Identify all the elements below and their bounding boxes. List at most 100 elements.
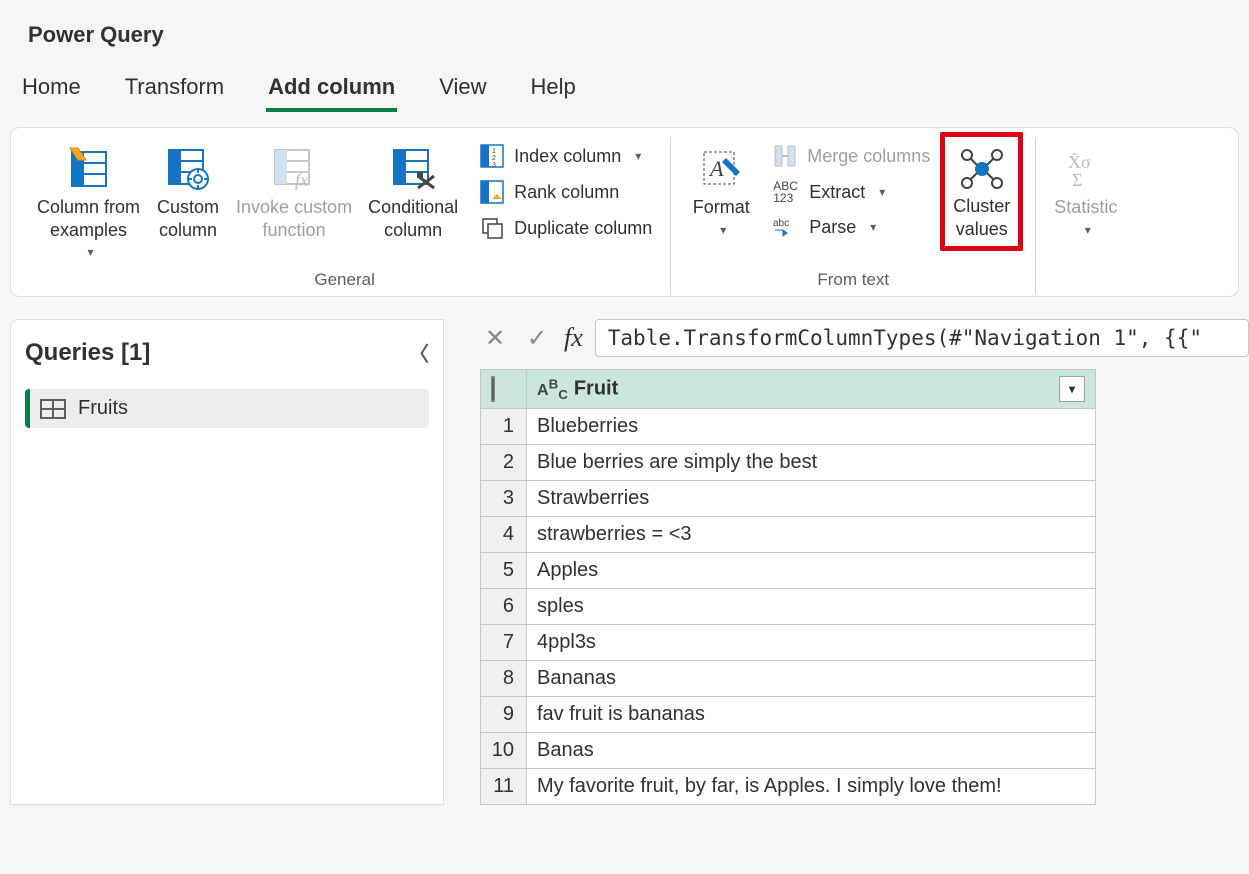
table-icon — [40, 399, 66, 419]
column-from-examples-icon — [66, 144, 112, 192]
svg-text:fx: fx — [295, 170, 308, 190]
data-grid: ABC Fruit ▾ 1Blueberries 2Blue berries ar… — [480, 369, 1096, 805]
conditional-column-icon — [390, 144, 436, 192]
cell[interactable]: Blue berries are simply the best — [527, 445, 1096, 481]
from-text-small-buttons: Merge columns ABC123 Extract ▾ abc Parse… — [765, 138, 938, 244]
tab-help[interactable]: Help — [529, 66, 578, 112]
chevron-down-icon: ▾ — [870, 220, 876, 234]
collapse-queries-button[interactable]: 〈 — [409, 338, 429, 367]
column-header-fruit[interactable]: ABC Fruit ▾ — [527, 370, 1096, 409]
label: Rank column — [514, 182, 619, 203]
row-number[interactable]: 8 — [481, 661, 527, 697]
cancel-formula-button[interactable]: ✕ — [480, 324, 510, 353]
parse-icon: abc — [773, 216, 799, 238]
label: Extract — [809, 182, 865, 203]
rank-column-button[interactable]: Rank column — [472, 174, 660, 210]
row-number[interactable]: 6 — [481, 589, 527, 625]
svg-text:X̄σ: X̄σ — [1068, 152, 1091, 172]
merge-columns-button: Merge columns — [765, 138, 938, 174]
format-button[interactable]: A Format ▾ — [681, 138, 761, 244]
row-number[interactable]: 9 — [481, 697, 527, 733]
duplicate-column-icon — [480, 216, 504, 240]
cell[interactable]: strawberries = <3 — [527, 517, 1096, 553]
chevron-down-icon: ▾ — [879, 185, 885, 199]
label: Custom column — [157, 196, 219, 241]
queries-pane: Queries [1] 〈 Fruits — [10, 319, 444, 805]
row-number[interactable]: 3 — [481, 481, 527, 517]
tab-add-column[interactable]: Add column — [266, 66, 397, 112]
cell[interactable]: Banas — [527, 733, 1096, 769]
conditional-column-button[interactable]: Conditional column — [360, 138, 466, 247]
tab-view[interactable]: View — [437, 66, 488, 112]
cluster-values-icon — [957, 143, 1007, 191]
label: Merge columns — [807, 146, 930, 167]
row-number[interactable]: 11 — [481, 769, 527, 805]
formula-bar: ✕ ✓ fx Table.TransformColumnTypes(#"Navi… — [480, 319, 1249, 357]
ribbon-group-statistics: X̄σΣ Statistic ▾ — [1036, 138, 1135, 294]
tab-transform[interactable]: Transform — [123, 66, 226, 112]
custom-column-button[interactable]: Custom column — [148, 138, 228, 247]
cell[interactable]: sples — [527, 589, 1096, 625]
cell[interactable]: Blueberries — [527, 409, 1096, 445]
chevron-down-icon: ▾ — [720, 223, 726, 238]
rank-column-icon — [480, 180, 504, 204]
fx-icon: fx — [564, 323, 583, 353]
custom-column-icon — [165, 144, 211, 192]
chevron-down-icon: ▾ — [1085, 223, 1091, 238]
row-number[interactable]: 5 — [481, 553, 527, 589]
row-number[interactable]: 2 — [481, 445, 527, 481]
row-number[interactable]: 4 — [481, 517, 527, 553]
label: Invoke custom function — [236, 196, 352, 241]
invoke-custom-function-icon: fx — [271, 144, 317, 192]
label: Column from examples — [37, 196, 140, 241]
ribbon-tabs: Home Transform Add column View Help — [0, 66, 1249, 113]
group-name-general: General — [29, 266, 660, 294]
label: Index column — [514, 146, 621, 167]
cluster-values-button[interactable]: Cluster values — [940, 132, 1023, 251]
cell[interactable]: fav fruit is bananas — [527, 697, 1096, 733]
cell[interactable]: Bananas — [527, 661, 1096, 697]
extract-icon: ABC123 — [773, 180, 799, 204]
statistics-icon: X̄σΣ — [1066, 144, 1106, 192]
app-title: Power Query — [0, 0, 1249, 66]
chevron-down-icon: ▾ — [635, 149, 641, 163]
cell[interactable]: Apples — [527, 553, 1096, 589]
general-small-buttons: 123 Index column ▾ Rank column Duplicate… — [472, 138, 660, 246]
svg-text:2: 2 — [492, 155, 496, 162]
ribbon-group-general: Column from examples ▾ Custom column fx … — [11, 138, 671, 294]
query-name: Fruits — [78, 397, 128, 420]
column-name: Fruit — [574, 378, 618, 400]
label: Parse — [809, 217, 856, 238]
label: Cluster values — [953, 195, 1010, 240]
format-icon: A — [698, 144, 744, 192]
column-from-examples-button[interactable]: Column from examples ▾ — [29, 138, 148, 266]
chevron-down-icon: ▾ — [88, 245, 94, 260]
row-number[interactable]: 10 — [481, 733, 527, 769]
index-column-button[interactable]: 123 Index column ▾ — [472, 138, 660, 174]
select-all-corner[interactable] — [481, 370, 527, 409]
column-filter-button[interactable]: ▾ — [1059, 376, 1085, 402]
statistics-button[interactable]: X̄σΣ Statistic ▾ — [1046, 138, 1125, 244]
tab-home[interactable]: Home — [20, 66, 83, 112]
svg-text:3: 3 — [492, 162, 496, 168]
svg-text:Σ: Σ — [1072, 170, 1082, 190]
accept-formula-button[interactable]: ✓ — [522, 324, 552, 353]
type-text-icon: ABC — [537, 382, 568, 399]
cell[interactable]: My favorite fruit, by far, is Apples. I … — [527, 769, 1096, 805]
cell[interactable]: Strawberries — [527, 481, 1096, 517]
invoke-custom-function-button: fx Invoke custom function — [228, 138, 360, 247]
main-pane: ✕ ✓ fx Table.TransformColumnTypes(#"Navi… — [444, 319, 1249, 805]
svg-text:1: 1 — [492, 148, 496, 155]
merge-columns-icon — [773, 144, 797, 168]
cell[interactable]: 4ppl3s — [527, 625, 1096, 661]
workspace: Queries [1] 〈 Fruits ✕ ✓ fx Table.Transf… — [10, 319, 1249, 805]
parse-button[interactable]: abc Parse ▾ — [765, 210, 938, 244]
row-number[interactable]: 1 — [481, 409, 527, 445]
query-item-fruits[interactable]: Fruits — [25, 389, 429, 428]
formula-input[interactable]: Table.TransformColumnTypes(#"Navigation … — [595, 319, 1249, 357]
row-number[interactable]: 7 — [481, 625, 527, 661]
queries-title: Queries [1] — [25, 339, 150, 367]
extract-button[interactable]: ABC123 Extract ▾ — [765, 174, 938, 210]
duplicate-column-button[interactable]: Duplicate column — [472, 210, 660, 246]
label: Statistic — [1054, 196, 1117, 219]
